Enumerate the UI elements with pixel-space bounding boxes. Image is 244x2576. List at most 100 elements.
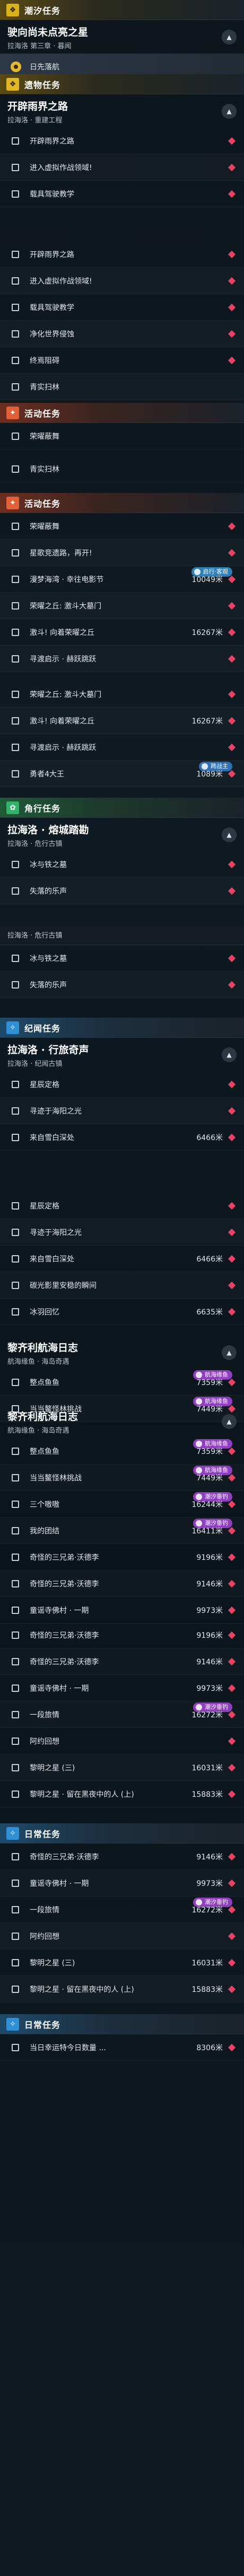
quest-step-row[interactable]: 寻迹于海阳之光 [0,1219,244,1246]
category-header[interactable]: ✧ 日常任务 [0,2014,244,2034]
quest-step-row[interactable]: 开辟雨界之路 [0,241,244,268]
quest-subtitle: 航海缘鱼 · 海岛奇遇 [7,1427,69,1435]
quest-step-label: 黎明之星 (三) [30,1959,75,1968]
quest-step-row[interactable]: 当日幸运特今日数量 ... 8306米 [0,2034,244,2061]
quest-step-row[interactable]: 寻迹于海阳之光 [0,1098,244,1124]
quest-step-row[interactable]: 漫梦海湾 · 幸往电影节 启行·客观 10049米 [0,566,244,593]
step-checkbox-icon [12,549,19,557]
quest-step-row[interactable]: 寻渡启示 · 赫跃跳跃 [0,734,244,761]
quest-step-row[interactable]: 黎明之星 (三) 16031米 [0,1949,244,1976]
quest-step-label: 阿约回想 [30,1932,59,1941]
category-header[interactable]: ✦ 活动任务 [0,493,244,513]
step-checkbox-icon [12,954,19,962]
collapse-chevron-icon[interactable]: ▲ [222,1047,237,1062]
step-checkbox-icon [12,1580,19,1587]
quest-step-row[interactable]: 净化世界侵蚀 [0,321,244,347]
quest-step-row[interactable]: 当当鳌怪林挑战 航海缘鱼 7449米 [0,1465,244,1491]
collapse-chevron-icon[interactable]: ▲ [222,1414,237,1429]
quest-step-row[interactable]: 荣曜之丘: 激斗大墓门 [0,593,244,619]
quest-step-row[interactable]: 黎明之星 (三) 16031米 [0,1754,244,1781]
quest-step-row[interactable]: 载具驾驶教学 [0,181,244,207]
quest-step-row[interactable]: 童谣寺佛村 · 一期 9973米 [0,1597,244,1624]
quest-title-block[interactable]: 开辟雨界之路 拉海洛 · 重建工程 ▲ [0,94,244,128]
collapse-chevron-icon[interactable]: ▲ [222,30,237,45]
quest-step-row[interactable]: 青实扫林 [0,456,244,482]
quest-step-row[interactable]: 勇者4大王 跨战主 1089米 [0,761,244,787]
category-header[interactable]: ✿ 角行任务 [0,798,244,818]
quest-step-label: 奇怪的三兄弟·沃德李 [30,1553,99,1562]
quest-step-row[interactable]: 黎明之星 · 留在黑夜中的人 (上) 15883米 [0,1781,244,1807]
quest-step-label: 失落的乐声 [30,981,67,990]
quest-step-row[interactable]: 阿约回想 [0,1923,244,1949]
quest-step-row[interactable]: 载具驾驶教学 [0,294,244,321]
quest-step-row[interactable]: 冰与铁之墓 [0,851,244,878]
step-checkbox-icon [12,432,19,440]
quest-step-row[interactable]: 青实扫林 [0,374,244,400]
waypoint-diamond-icon [228,1959,236,1966]
category-icon: ❖ [6,3,19,16]
quest-step-row[interactable]: 进入虚拟作战领域! [0,154,244,181]
quest-step-row[interactable]: 奇怪的三兄弟·沃德李 9196米 [0,1544,244,1571]
category-header[interactable]: ❖ 遗物任务 [0,74,244,94]
category-header[interactable]: ✦ 活动任务 [0,403,244,423]
quest-title-block[interactable]: 拉海洛 · 行旅奇声 拉海洛 · 纪闻古镇 ▲ [0,1038,244,1071]
quest-step-row[interactable]: 一段旅情 潮汐垂钓 16272米 [0,1896,244,1923]
quest-step-row[interactable]: 荣曜之丘: 激斗大墓门 [0,681,244,708]
waypoint-diamond-icon [228,1879,236,1887]
quest-step-row[interactable]: 黎明之星 · 留在黑夜中的人 (上) 15883米 [0,1976,244,2002]
quest-step-row[interactable]: 星歌竞遗路，再开! [0,540,244,566]
quest-step-row[interactable]: 终焉阻碍 [0,347,244,374]
waypoint-diamond-icon [228,717,236,725]
quest-step-row[interactable]: 奇怪的三兄弟·沃德李 9146米 [0,1571,244,1597]
quest-step-row[interactable]: 荣曜蔽舞 [0,423,244,449]
category-header[interactable]: ✧ 纪闻任务 [0,1018,244,1038]
waypoint-diamond-icon [228,602,236,610]
quest-step-row[interactable]: 激斗! 向着荣曜之丘 16267米 [0,619,244,646]
quest-step-label: 三个嗷嗷 [30,1500,59,1509]
step-checkbox-icon [12,690,19,698]
category-header[interactable]: ✧ 日常任务 [0,1823,244,1843]
collapse-chevron-icon[interactable]: ▲ [222,1345,237,1360]
quest-step-row[interactable]: 整点鱼鱼 航海缘鱼 7359米 [0,1369,244,1396]
quest-section: ✿ 角行任务 拉海洛 · 熔城踏勘 拉海洛 · 危行古镇 ▲ 冰与铁之墓 失落的乐声 [0,798,244,904]
quest-step-row[interactable]: 荣曜蔽舞 [0,513,244,540]
quest-title-block[interactable]: 拉海洛 · 熔城踏勘 拉海洛 · 危行古镇 ▲ [0,818,244,851]
quest-step-row[interactable]: 我的团结 潮汐垂钓 16411米 [0,1518,244,1544]
distance-readout: 10049米 [191,575,223,584]
quest-step-row[interactable]: 奇怪的三兄弟·沃德李 9146米 [0,1843,244,1870]
quest-step-row[interactable]: 失落的乐声 [0,972,244,998]
quest-step-row[interactable]: 失落的乐声 [0,878,244,904]
quest-title-block[interactable]: 黎齐利航海日志 航海缘鱼 · 海岛奇遇 ▲ [0,1405,244,1438]
quest-step-row[interactable]: 奇怪的三兄弟·沃德李 9196米 [0,1622,244,1648]
quest-step-label: 漫梦海湾 · 幸往电影节 [30,575,104,584]
quest-step-row[interactable]: 冰与铁之墓 [0,945,244,972]
quest-step-label: 奇怪的三兄弟·沃德李 [30,1852,99,1862]
quest-step-row[interactable]: 进入虚拟作战领域! [0,268,244,294]
quest-step-row[interactable]: 冰羽回忆 6635米 [0,1299,244,1325]
quest-title-block[interactable]: 驶向尚未点亮之星 拉海洛 第三章 · 暮闻 ▲ [0,20,244,54]
quest-step-row[interactable]: 奇怪的三兄弟·沃德李 9146米 [0,1648,244,1675]
quest-step-row[interactable]: 星辰定格 [0,1193,244,1219]
waypoint-diamond-icon [228,1737,236,1745]
waypoint-diamond-icon [228,1631,236,1639]
quest-step-row[interactable]: 开辟雨界之路 [0,128,244,154]
collapse-chevron-icon[interactable]: ▲ [222,104,237,119]
quest-group-subheader: 拉海洛 · 危行古镇 [0,925,244,945]
category-header[interactable]: ❖ 潮汐任务 [0,0,244,20]
quest-title-block[interactable]: 黎齐利航海日志 航海缘鱼 · 海岛奇遇 ▲ [0,1336,244,1369]
quest-step-row[interactable]: 来自雪白深处 6466米 [0,1246,244,1272]
quest-subtitle: 拉海洛 · 纪闻古镇 [7,1060,63,1068]
quest-step-row[interactable]: 阿约回想 [0,1728,244,1754]
quest-step-row[interactable]: 星辰定格 [0,1071,244,1098]
quest-step-row[interactable]: 童谣寺佛村 · 一期 9973米 [0,1675,244,1701]
quest-step-row[interactable]: 三个嗷嗷 潮汐垂钓 16244米 [0,1491,244,1518]
quest-step-row[interactable]: 童谣寺佛村 · 一期 9973米 [0,1870,244,1896]
quest-step-row[interactable]: 整点鱼鱼 航海缘鱼 7359米 [0,1438,244,1465]
quest-step-row[interactable]: 激斗! 向着荣曜之丘 16267米 [0,708,244,734]
quest-step-row[interactable]: 来自雪白深处 6466米 [0,1124,244,1151]
collapse-chevron-icon[interactable]: ▲ [222,827,237,842]
quest-step-row[interactable]: 碳光影里安稳的瞬间 [0,1272,244,1299]
quest-step-row[interactable]: 寻渡启示 · 赫跃跳跃 [0,646,244,672]
quest-step-row[interactable]: 一段旅情 潮汐垂钓 16272米 [0,1701,244,1728]
waypoint-diamond-icon [228,860,236,868]
